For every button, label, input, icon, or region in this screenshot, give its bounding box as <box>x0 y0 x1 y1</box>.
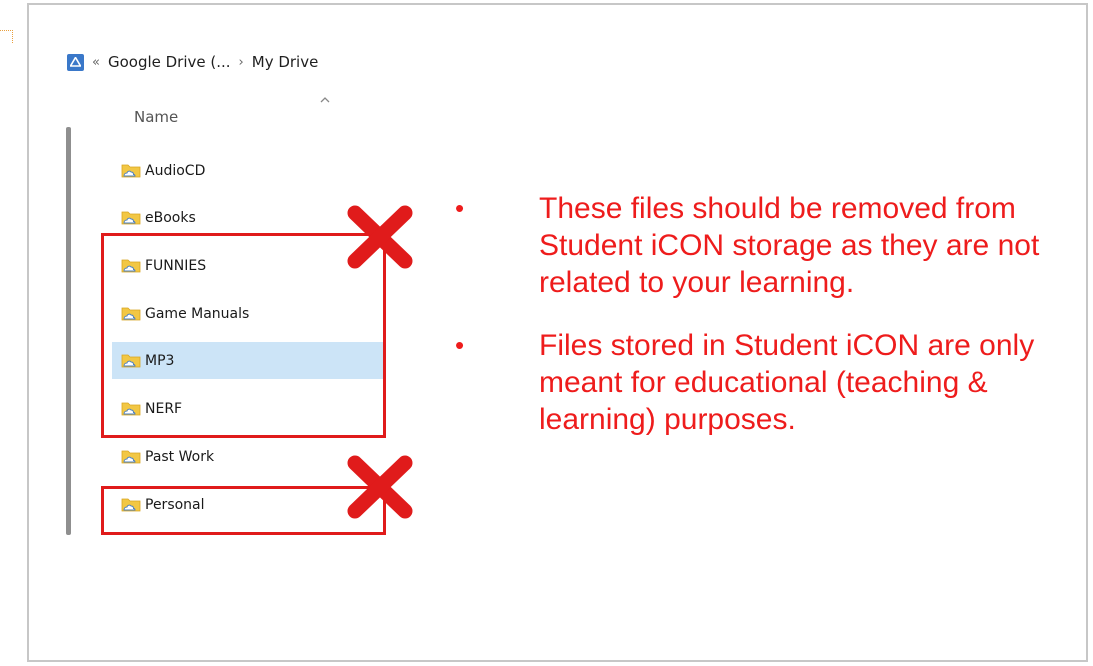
list-item-label: Past Work <box>145 448 215 465</box>
highlight-box-unrelated-folders <box>101 233 386 438</box>
breadcrumb: « Google Drive (... › My Drive <box>67 50 318 74</box>
red-x-icon <box>347 455 413 519</box>
bullet-symbol: • <box>455 193 465 223</box>
breadcrumb-item-my-drive[interactable]: My Drive <box>252 53 319 71</box>
vertical-scrollbar[interactable] <box>66 127 71 535</box>
breadcrumb-separator: › <box>238 54 244 70</box>
list-item[interactable]: AudioCD <box>112 152 386 189</box>
chevron-up-icon[interactable] <box>319 94 331 106</box>
google-drive-icon[interactable] <box>67 53 84 71</box>
folder-cloud-icon <box>121 163 141 178</box>
bullet-point: • Files stored in Student iCON are only … <box>455 327 1059 438</box>
breadcrumb-item-google-drive[interactable]: Google Drive (... <box>108 53 231 71</box>
bullet-text: These files should be removed from Stude… <box>539 192 1040 299</box>
annotation-bullets: • These files should be removed from Stu… <box>455 190 1055 438</box>
column-header-name[interactable]: Name <box>134 108 178 126</box>
red-x-icon <box>347 205 413 269</box>
folder-cloud-icon <box>121 210 141 225</box>
list-item-label: AudioCD <box>145 162 206 179</box>
breadcrumb-overflow[interactable]: « <box>92 55 100 70</box>
list-item-label: eBooks <box>145 209 196 226</box>
slide-corner-mark <box>0 30 13 43</box>
folder-cloud-icon <box>121 449 141 464</box>
bullet-point: • These files should be removed from Stu… <box>455 190 1059 301</box>
highlight-box-personal-folder <box>101 486 386 535</box>
bullet-symbol: • <box>455 330 465 360</box>
bullet-text: Files stored in Student iCON are only me… <box>539 329 1035 436</box>
